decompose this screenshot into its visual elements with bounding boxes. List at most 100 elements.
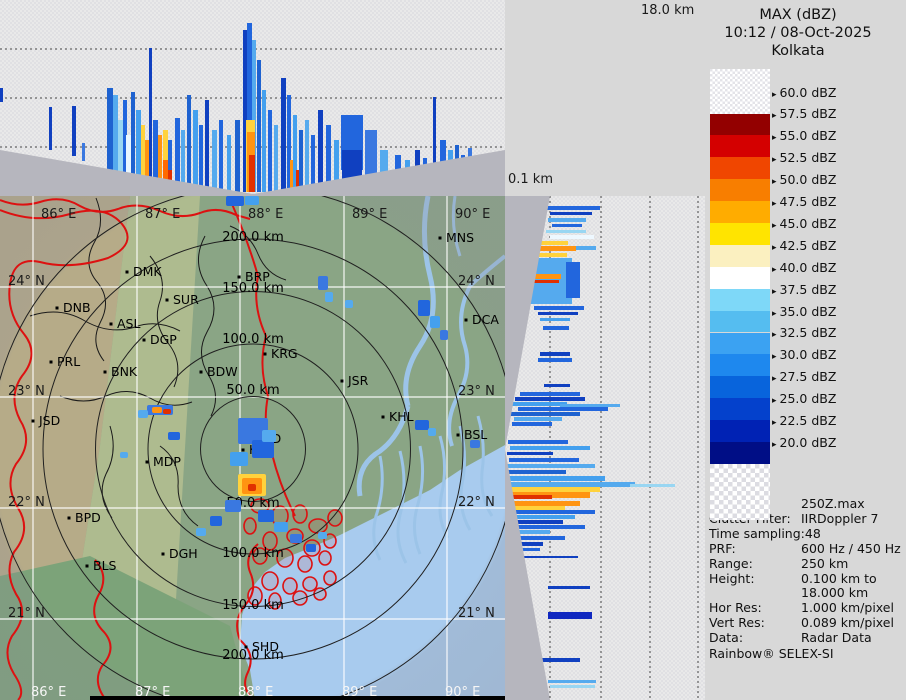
- legend-tick-arrow-icon: ▸: [772, 308, 777, 319]
- legend-tick-text: 47.5 dBZ: [779, 194, 837, 209]
- legend-tick-arrow-icon: ▸: [772, 133, 777, 144]
- legend-tick-label: ▸ 30.0 dBZ: [772, 347, 892, 362]
- metadata-row: Height: 0.100 km to: [709, 571, 906, 586]
- legend-tick-arrow-icon: ▸: [772, 286, 777, 297]
- legend-tick-label: ▸ 32.5 dBZ: [772, 325, 892, 340]
- legend-tick-arrow-icon: ▸: [772, 396, 777, 407]
- metadata-value: 600 Hz / 450 Hz: [801, 540, 901, 556]
- profile-bar: [550, 235, 594, 239]
- profile-bar: [546, 230, 586, 233]
- legend-tick-text: 35.0 dBZ: [779, 303, 837, 319]
- legend-swatch-transparent-low: [710, 464, 770, 520]
- echo-blob: [248, 484, 256, 491]
- city-dot: [145, 460, 149, 464]
- profile-bar: [543, 326, 569, 330]
- profile-bar: [505, 501, 580, 506]
- city-label: BRP: [245, 269, 270, 284]
- lon-label-bottom: 86° E: [31, 685, 66, 700]
- echo-blob: [120, 452, 128, 458]
- city-dot: [85, 564, 89, 568]
- legend-tick-text: 27.5 dBZ: [779, 369, 837, 385]
- metadata-row: Range: 250 km: [709, 556, 906, 571]
- echo-blob: [318, 276, 328, 290]
- echo-blob: [274, 522, 288, 532]
- city-label: ASL: [117, 316, 140, 331]
- city-label: SHD: [252, 639, 279, 654]
- lat-label-left: 23° N: [8, 384, 45, 399]
- legend-column: MAX (dBZ) 10:12 / 08-Oct-2025 Kolkata Pd…: [690, 0, 906, 700]
- product-title: MAX (dBZ): [759, 7, 837, 23]
- legend-tick-label: ▸ 52.5 dBZ: [772, 150, 892, 165]
- profile-bar: [540, 352, 570, 356]
- city-dot: [31, 419, 35, 423]
- city-label: BNK: [111, 364, 138, 379]
- legend-swatch: [710, 420, 770, 442]
- profile-bar: [508, 440, 568, 444]
- profile-bar: [249, 155, 255, 192]
- legend-swatch: [710, 244, 770, 267]
- metadata-value: 250 km: [801, 555, 849, 571]
- city-dot: [244, 645, 248, 649]
- echo-blob: [168, 432, 180, 440]
- city-label: SUR: [173, 292, 199, 307]
- legend-tick-label: ▸ 40.0 dBZ: [772, 260, 892, 275]
- legend-tick-arrow-icon: ▸: [772, 418, 777, 428]
- profile-bar: [193, 110, 198, 192]
- profile-bar: [550, 212, 592, 215]
- city-label: MNS: [446, 230, 474, 245]
- echo-blob: [345, 300, 353, 308]
- profile-bar: [566, 262, 580, 298]
- city-label: MDP: [153, 454, 181, 469]
- profile-bar: [538, 312, 578, 315]
- lon-label-top: 89° E: [352, 207, 387, 222]
- lon-label-top: 86° E: [41, 207, 76, 222]
- echo-blob: [245, 196, 259, 205]
- legend-tick-text: 25.0 dBZ: [779, 391, 837, 407]
- profile-bar: [576, 246, 596, 250]
- height-axis-min-label: 0.1 km: [508, 172, 553, 187]
- echo-blob: [418, 300, 430, 316]
- right-profile-plot: [505, 196, 699, 700]
- metadata-row: Data: Radar Data: [709, 630, 906, 645]
- legend-tick-text: 40.0 dBZ: [779, 259, 837, 275]
- metadata-label: Hor Res:: [709, 600, 762, 616]
- metadata-value: 1.000 km/pixel: [801, 600, 894, 616]
- echo-blob: [225, 500, 241, 512]
- city-label: PRL: [57, 354, 80, 369]
- legend-swatch-transparent-high: [710, 69, 770, 114]
- legend-tick-text: 22.5 dBZ: [779, 413, 837, 428]
- city-label: DCA: [472, 312, 499, 327]
- city-label: KRG: [271, 346, 298, 361]
- profile-bar: [212, 130, 217, 192]
- legend-swatch: [710, 179, 770, 202]
- right-blind-zone-wedge-top: [505, 196, 550, 449]
- echo-blob: [252, 440, 274, 458]
- city-label: DGP: [150, 332, 177, 347]
- city-dot: [263, 352, 267, 356]
- profile-bar: [268, 110, 272, 192]
- echo-blob: [230, 452, 248, 466]
- legend-tick-arrow-icon: ▸: [772, 177, 777, 188]
- city-label: BPD: [75, 510, 101, 525]
- profile-bar: [257, 60, 261, 192]
- profile-bar: [82, 143, 85, 161]
- city-dot: [199, 370, 203, 374]
- profile-bar: [506, 470, 566, 474]
- profile-bar: [548, 612, 592, 619]
- profile-bar: [515, 397, 585, 401]
- profile-bar: [305, 120, 309, 192]
- profile-bar: [505, 482, 635, 487]
- legend-tick-text: 57.5 dBZ: [779, 106, 837, 122]
- profile-bar: [235, 120, 240, 192]
- profile-bar: [560, 404, 620, 407]
- profile-bar: [548, 586, 590, 589]
- legend-tick-arrow-icon: ▸: [772, 89, 777, 100]
- legend-swatch: [710, 398, 770, 421]
- profile-bar: [187, 95, 191, 192]
- echo-blob: [325, 292, 333, 302]
- legend-swatch: [710, 376, 770, 399]
- echo-blob: [428, 428, 436, 436]
- profile-bar: [205, 100, 209, 192]
- lon-label-top: 90° E: [455, 207, 490, 222]
- profile-bar: [505, 476, 605, 481]
